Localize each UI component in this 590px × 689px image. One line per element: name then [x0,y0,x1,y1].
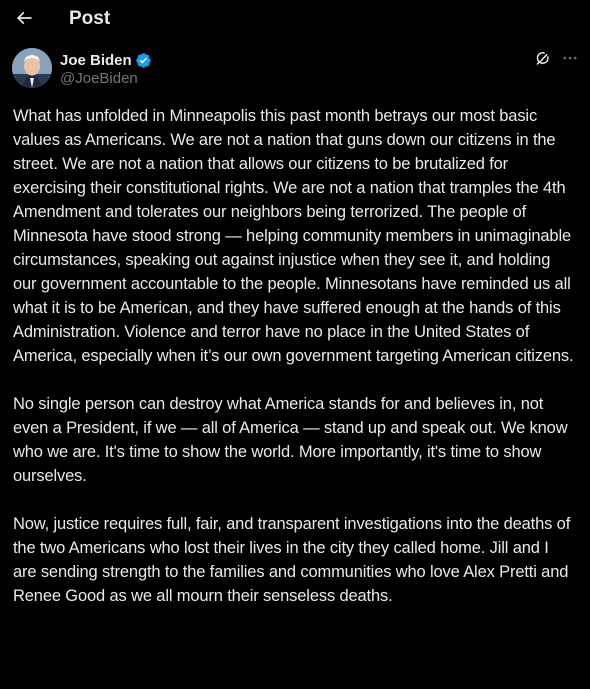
grok-icon [534,49,552,72]
back-button[interactable] [9,5,39,35]
display-name[interactable]: Joe Biden [60,52,132,69]
more-dots-icon [561,49,579,72]
name-line: Joe Biden [60,50,152,70]
arrow-left-icon [14,8,34,33]
post-paragraph: No single person can destroy what Americ… [13,395,568,485]
post-paragraph: What has unfolded in Minneapolis this pa… [13,107,574,365]
avatar[interactable] [12,48,52,88]
more-options-button[interactable] [559,49,581,71]
grok-button[interactable] [532,49,554,71]
user-handle[interactable]: @JoeBiden [60,69,138,89]
post-text: What has unfolded in Minneapolis this pa… [13,104,575,608]
post-paragraph: Now, justice requires full, fair, and tr… [13,515,571,605]
top-bar: Post [0,0,590,40]
page-title: Post [69,8,111,29]
verified-badge-icon[interactable] [135,52,152,69]
author-row: Joe Biden @JoeBiden [12,46,578,90]
